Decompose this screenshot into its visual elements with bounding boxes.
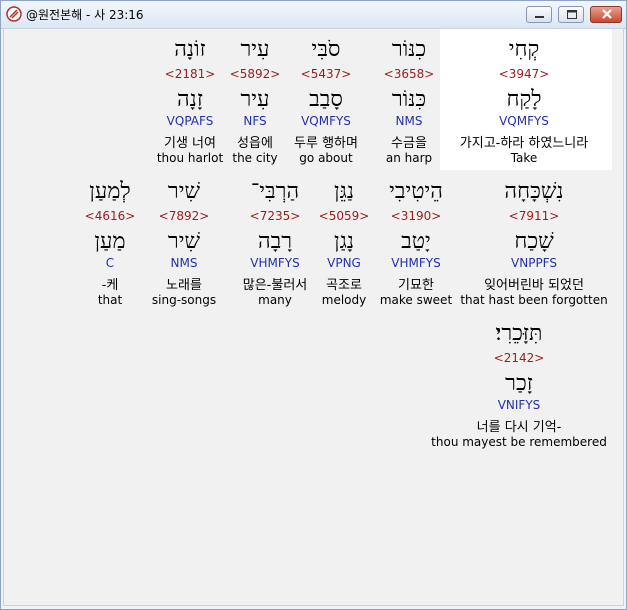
strong-number[interactable]: <7892> — [159, 209, 210, 223]
korean-gloss: 성읍에 — [237, 136, 273, 151]
hebrew-lemma: רָבָה — [257, 229, 293, 254]
korean-gloss: 노래를 — [166, 278, 202, 293]
hebrew-lemma: כִּנּוֹר — [391, 87, 427, 112]
hebrew-lemma: עִיר — [240, 87, 270, 112]
morphology-code: C — [105, 256, 115, 270]
korean-gloss: 기생 너여 — [164, 136, 216, 151]
korean-gloss: 수금을 — [391, 136, 427, 151]
english-gloss: thou mayest be remembered — [431, 435, 607, 449]
korean-gloss: -케 — [101, 278, 119, 293]
morphology-code: VHMFYS — [250, 256, 300, 270]
morphology-code: NMS — [395, 114, 423, 128]
morphology-code: VQMFYS — [499, 114, 549, 128]
interlinear-view[interactable]: קְחִי <3947> לָקַח VQMFYS 가지고-하라 하였느니라 Take כִ… — [3, 28, 624, 606]
strong-number[interactable]: <7235> — [250, 209, 301, 223]
korean-gloss: 두루 행하며 — [294, 136, 358, 151]
title-bar[interactable]: @원전본해 - 사 23:16 — [1, 1, 626, 29]
morphology-code: VPNG — [327, 256, 361, 270]
hebrew-lemma: זָכַר — [505, 371, 533, 396]
strong-number[interactable]: <5892> — [230, 67, 281, 81]
hebrew-lemma: שִׁיר — [167, 229, 201, 254]
strong-number[interactable]: <4616> — [85, 209, 136, 223]
english-gloss: many — [258, 293, 292, 307]
hebrew-lemma: סָבַב — [309, 87, 343, 112]
hebrew-lemma: נָגַן — [333, 229, 355, 254]
english-gloss: sing-songs — [151, 293, 217, 307]
english-gloss: melody — [321, 293, 367, 307]
hebrew-word: כִנּוֹר — [391, 37, 427, 62]
hebrew-word: נִשְׁכָּחָה — [504, 179, 564, 204]
korean-gloss: 많은-불러서 — [242, 278, 308, 293]
morphology-code: VNPPFS — [511, 256, 557, 270]
hebrew-lemma: לָקַח — [506, 87, 542, 112]
hebrew-word: סֹבִּי — [311, 37, 341, 62]
morphology-code: NMS — [170, 256, 198, 270]
hebrew-word: הַרְבִּי־ — [250, 179, 300, 204]
korean-gloss: 기묘한 — [398, 278, 434, 293]
morphology-code: VQMFYS — [301, 114, 351, 128]
hebrew-word: הֵיטִיבִי — [389, 179, 443, 204]
minimize-icon — [535, 16, 544, 18]
hebrew-word: נַגֵּן — [333, 179, 355, 204]
english-gloss: go about — [299, 151, 353, 165]
hebrew-lemma: זָנָה — [177, 87, 203, 112]
minimize-button[interactable] — [526, 6, 552, 23]
hebrew-word: לְמַעַן — [89, 179, 131, 204]
korean-gloss: 곡조로 — [326, 278, 362, 293]
english-gloss: that — [97, 293, 123, 307]
hebrew-lemma: יָטַב — [401, 229, 431, 254]
strong-number[interactable]: <7911> — [509, 209, 560, 223]
strong-number[interactable]: <3947> — [499, 67, 550, 81]
english-gloss: the city — [232, 151, 278, 165]
hebrew-lemma: מַעַן — [94, 229, 126, 254]
maximize-button[interactable] — [558, 6, 584, 23]
english-gloss: make sweet — [379, 293, 453, 307]
close-button[interactable] — [590, 6, 622, 23]
hebrew-word: קְחִי — [508, 37, 540, 62]
close-icon — [602, 9, 612, 19]
korean-gloss: 너를 다시 기억- — [476, 420, 562, 435]
english-gloss: an harp — [385, 151, 433, 165]
korean-gloss: 가지고-하라 하였느니라 — [459, 136, 589, 151]
strong-number[interactable]: <2142> — [494, 351, 545, 365]
morphology-code: NFS — [243, 114, 267, 128]
morphology-code: VNIFYS — [497, 398, 541, 412]
hebrew-word: עִיר — [240, 37, 270, 62]
strong-number[interactable]: <3658> — [384, 67, 435, 81]
strong-number[interactable]: <5437> — [301, 67, 352, 81]
hebrew-word: שִׁיר — [167, 179, 201, 204]
morphology-code: VHMFYS — [391, 256, 441, 270]
english-gloss: thou harlot — [156, 151, 224, 165]
app-window: @원전본해 - 사 23:16 קְחִי <3947> לָקַח VQMFYS 가지… — [0, 0, 627, 610]
hebrew-lemma: שָׁכַח — [514, 229, 554, 254]
english-gloss: that hast been forgotten — [460, 293, 608, 307]
maximize-icon — [567, 10, 577, 19]
english-gloss: Take — [510, 151, 538, 165]
strong-number[interactable]: <2181> — [165, 67, 216, 81]
strong-number[interactable]: <5059> — [319, 209, 370, 223]
strong-number[interactable]: <3190> — [391, 209, 442, 223]
hebrew-word: תִּזָּכֵרִי׃ — [495, 321, 543, 346]
app-icon — [6, 6, 22, 22]
morphology-code: VQPAFS — [166, 114, 214, 128]
hebrew-word: זוֹנָה — [174, 37, 206, 62]
window-title: @원전본해 - 사 23:16 — [26, 8, 144, 22]
korean-gloss: 잊어버린바 되었던 — [484, 278, 584, 293]
